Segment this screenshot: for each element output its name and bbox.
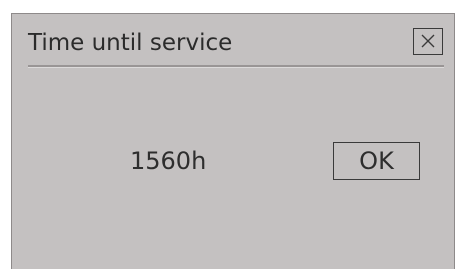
close-icon	[421, 34, 435, 48]
dialog-title: Time until service	[28, 30, 233, 56]
title-divider	[28, 65, 444, 68]
close-button[interactable]	[413, 28, 443, 55]
service-dialog: Time until service 1560h OK	[11, 13, 455, 269]
service-hours-value: 1560h	[130, 147, 207, 175]
ok-button[interactable]: OK	[333, 142, 420, 180]
